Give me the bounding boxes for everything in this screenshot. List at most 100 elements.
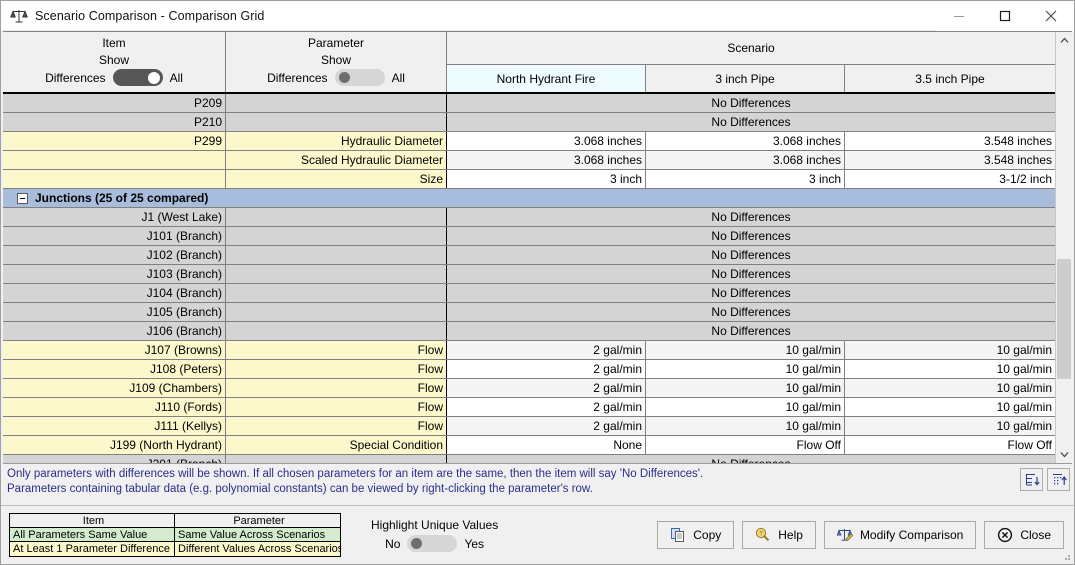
table-row[interactable]: J109 (Chambers) Flow 2 gal/min 10 gal/min 10… — [3, 379, 1055, 398]
close-button[interactable] — [1028, 0, 1074, 31]
close-dialog-button[interactable]: Close — [984, 521, 1064, 549]
cell-value-1: 2 gal/min — [447, 379, 646, 397]
scroll-down-icon[interactable] — [1056, 446, 1072, 463]
help-button-label: Help — [778, 528, 803, 542]
cell-parameter — [226, 113, 447, 131]
group-row[interactable]: Junctions (25 of 25 compared) — [3, 189, 1055, 208]
table-row[interactable]: J1 (West Lake) No Differences — [3, 208, 1055, 227]
comparison-grid: Item Show Differences All Parameter Show… — [3, 31, 1072, 464]
cell-value-2: Flow Off — [646, 436, 845, 454]
title-bar: Scenario Comparison - Comparison Grid — [1, 0, 1074, 31]
table-row[interactable]: J104 (Branch) No Differences — [3, 284, 1055, 303]
table-row[interactable]: P209 No Differences — [3, 94, 1055, 113]
scenario-tab-3[interactable]: 3.5 inch Pipe — [845, 65, 1055, 92]
cell-value-3: Flow Off — [845, 436, 1055, 454]
table-row[interactable]: J199 (North Hydrant) Special Condition Non… — [3, 436, 1055, 455]
note-bar: Only parameters with differences will be… — [1, 464, 1074, 506]
cell-value-1: 3.068 inches — [447, 151, 646, 169]
parameter-show-toggle-row: Differences All — [267, 69, 405, 86]
cell-value-1: None — [447, 436, 646, 454]
cell-parameter: Special Condition — [226, 436, 447, 454]
table-row[interactable]: J101 (Branch) No Differences — [3, 227, 1055, 246]
cell-value-1: 2 gal/min — [447, 417, 646, 435]
cell-parameter: Flow — [226, 379, 447, 397]
scrollbar-thumb[interactable] — [1057, 259, 1071, 379]
cell-parameter: Hydraulic Diameter — [226, 132, 447, 150]
expand-all-icon[interactable] — [1020, 468, 1043, 491]
highlight-toggle-right-label: Yes — [464, 536, 485, 551]
cell-no-differences: No Differences — [447, 284, 1055, 302]
parameter-header-label: Parameter — [307, 36, 365, 50]
cell-item: J108 (Peters) — [3, 360, 226, 378]
close-dialog-button-label: Close — [1020, 528, 1051, 542]
cell-value-3: 10 gal/min — [845, 417, 1055, 435]
collapse-all-icon[interactable] — [1047, 468, 1070, 491]
cell-parameter: Flow — [226, 360, 447, 378]
cell-item: J110 (Fords) — [3, 398, 226, 416]
scenario-column-header: Scenario North Hydrant Fire 3 inch Pipe 3.… — [447, 32, 1055, 92]
cell-value-3: 10 gal/min — [845, 341, 1055, 359]
copy-button-label: Copy — [693, 528, 722, 542]
cell-no-differences: No Differences — [447, 94, 1055, 112]
cell-item: J104 (Branch) — [3, 284, 226, 302]
table-row[interactable]: J106 (Branch) No Differences — [3, 322, 1055, 341]
copy-icon — [670, 527, 686, 543]
cell-value-1: 2 gal/min — [447, 398, 646, 416]
table-row[interactable]: J105 (Branch) No Differences — [3, 303, 1055, 322]
cell-item — [3, 170, 226, 188]
copy-button[interactable]: Copy — [657, 521, 735, 549]
cell-parameter: Flow — [226, 398, 447, 416]
table-row[interactable]: J108 (Peters) Flow 2 gal/min 10 gal/min 10 g… — [3, 360, 1055, 379]
table-row[interactable]: P299 Hydraulic Diameter 3.068 inches 3.068 … — [3, 132, 1055, 151]
legend-item-diff: At Least 1 Parameter Difference — [10, 542, 175, 556]
collapse-expander-icon[interactable] — [17, 192, 28, 204]
cell-parameter — [226, 322, 447, 340]
cell-no-differences: No Differences — [447, 265, 1055, 283]
cell-value-2: 3.068 inches — [646, 132, 845, 150]
table-row[interactable]: J111 (Kellys) Flow 2 gal/min 10 gal/min 10 g… — [3, 417, 1055, 436]
parameter-show-toggle[interactable] — [334, 69, 385, 86]
cell-parameter — [226, 303, 447, 321]
cell-value-3: 10 gal/min — [845, 379, 1055, 397]
cell-no-differences: No Differences — [447, 113, 1055, 131]
resize-grip[interactable] — [1060, 550, 1072, 562]
cell-parameter — [226, 246, 447, 264]
item-show-label: Show — [98, 53, 130, 67]
table-row[interactable]: P210 No Differences — [3, 113, 1055, 132]
note-line-2: Parameters containing tabular data (e.g.… — [7, 483, 593, 495]
cell-item: J106 (Branch) — [3, 322, 226, 340]
legend-item-same: All Parameters Same Value — [10, 528, 175, 542]
scenario-tab-1[interactable]: North Hydrant Fire — [447, 65, 646, 92]
modify-comparison-button[interactable]: Modify Comparison — [823, 521, 977, 549]
cell-value-3: 3.548 inches — [845, 132, 1055, 150]
cell-item: J107 (Browns) — [3, 341, 226, 359]
legend-row-same: All Parameters Same Value Same Value Acr… — [10, 528, 340, 542]
scrollbar-track[interactable] — [1056, 49, 1072, 446]
group-row-label: Junctions (25 of 25 compared) — [35, 191, 209, 205]
cell-item: P210 — [3, 113, 226, 131]
table-row[interactable]: Size 3 inch 3 inch 3-1/2 inch — [3, 170, 1055, 189]
table-row[interactable]: J201 (Branch) No Differences — [3, 455, 1055, 463]
help-button[interactable]: ? Help — [742, 521, 816, 549]
highlight-unique-values-toggle[interactable] — [407, 535, 458, 552]
parameter-column-header: Parameter Show Differences All — [226, 32, 447, 92]
table-row[interactable]: J103 (Branch) No Differences — [3, 265, 1055, 284]
vertical-scrollbar[interactable] — [1055, 32, 1072, 463]
item-show-toggle[interactable] — [112, 69, 163, 86]
parameter-toggle-left-label: Differences — [267, 70, 328, 85]
table-row[interactable]: J110 (Fords) Flow 2 gal/min 10 gal/min 10 ga… — [3, 398, 1055, 417]
scenario-tab-2[interactable]: 3 inch Pipe — [646, 65, 845, 92]
cell-item: J103 (Branch) — [3, 265, 226, 283]
highlight-toggle-left-label: No — [385, 536, 401, 551]
minimize-button[interactable] — [936, 0, 982, 31]
grid-body: P209 No Differences P210 No Differences P299… — [3, 94, 1055, 463]
cell-value-2: 10 gal/min — [646, 379, 845, 397]
table-row[interactable]: Scaled Hydraulic Diameter 3.068 inches 3.0… — [3, 151, 1055, 170]
cell-value-1: 3 inch — [447, 170, 646, 188]
table-row[interactable]: J102 (Branch) No Differences — [3, 246, 1055, 265]
item-toggle-knob — [147, 71, 160, 84]
grid-main: Item Show Differences All Parameter Show… — [3, 32, 1055, 463]
table-row[interactable]: J107 (Browns) Flow 2 gal/min 10 gal/min 10 g… — [3, 341, 1055, 360]
maximize-button[interactable] — [982, 0, 1028, 31]
scroll-up-icon[interactable] — [1056, 32, 1072, 49]
